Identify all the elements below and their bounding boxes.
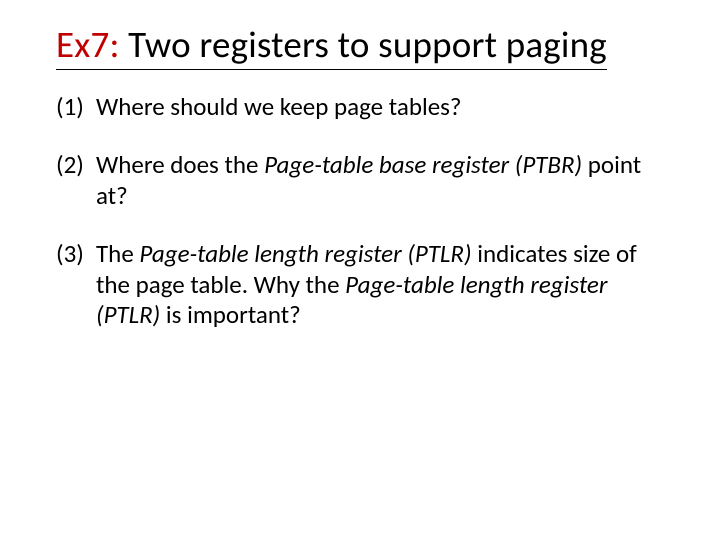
points-list: (1) Where should we keep page tables? (2… — [56, 92, 664, 331]
list-item: (2) Where does the Page-table base regis… — [56, 150, 664, 211]
item-body: Where does the Page-table base register … — [96, 150, 664, 211]
text-run-italic: Page-table length register (PTLR) — [139, 238, 471, 269]
slide: Ex7: Two registers to support paging (1)… — [0, 0, 720, 540]
text-run: Where should we keep page tables? — [96, 91, 462, 122]
item-number: (2) — [56, 150, 96, 211]
item-body: Where should we keep page tables? — [96, 92, 664, 123]
text-run: Where does the — [96, 149, 264, 180]
text-run: is important? — [160, 299, 300, 330]
item-number: (1) — [56, 92, 96, 123]
slide-title: Ex7: Two registers to support paging — [56, 24, 607, 70]
title-rest: Two registers to support paging — [120, 22, 607, 67]
text-run: The — [96, 238, 139, 269]
list-item: (3) The Page-table length register (PTLR… — [56, 239, 664, 331]
item-number: (3) — [56, 239, 96, 331]
item-body: The Page-table length register (PTLR) in… — [96, 239, 664, 331]
title-prefix: Ex7: — [56, 22, 120, 67]
text-run-italic: Page-table base register (PTBR) — [264, 149, 582, 180]
list-item: (1) Where should we keep page tables? — [56, 92, 664, 123]
